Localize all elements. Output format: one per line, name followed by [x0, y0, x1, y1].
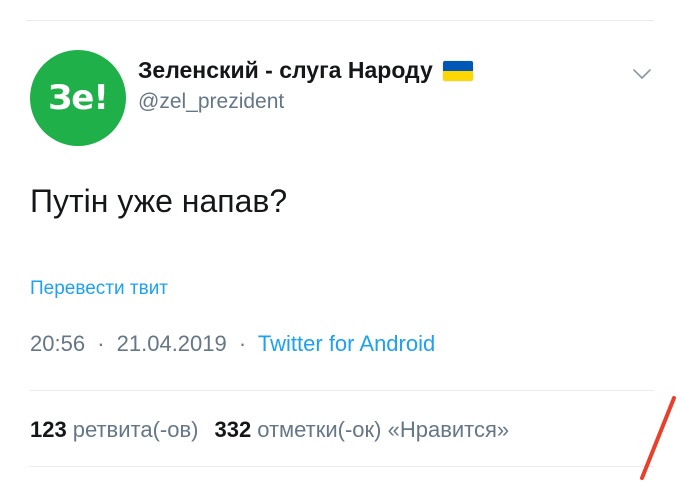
likes-label: отметки(-ок) «Нравится»: [257, 417, 510, 442]
likes-stat[interactable]: 332 отметки(-ок) «Нравится»: [214, 417, 509, 442]
stats-divider-bottom: [30, 466, 654, 467]
tweet-time: 20:56: [30, 331, 86, 356]
tweet-stats: 123 ретвита(-ов) 332 отметки(-ок) «Нравится…: [30, 417, 509, 443]
retweets-label: ретвита(-ов): [72, 417, 199, 442]
author-handle[interactable]: @zel_prezident: [138, 90, 284, 114]
top-divider: [26, 20, 654, 21]
avatar[interactable]: Зе!: [30, 50, 126, 146]
likes-count: 332: [214, 417, 252, 442]
retweets-count: 123: [30, 417, 67, 442]
avatar-logo-text: Зе!: [48, 78, 109, 118]
meta-separator: ·: [238, 331, 247, 356]
author-display-name[interactable]: Зеленский - слуга Народу: [138, 57, 473, 84]
meta-separator: ·: [97, 331, 105, 356]
tweet-text: Путін уже напав?: [30, 183, 288, 219]
author-name-text: Зеленский - слуга Народу: [138, 57, 433, 83]
translate-tweet-link[interactable]: Перевести твит: [30, 278, 168, 300]
ukraine-flag-icon: [442, 60, 473, 81]
tweet-date: 21.04.2019: [116, 331, 227, 356]
chevron-down-icon[interactable]: [632, 66, 652, 82]
stats-divider-top: [30, 390, 654, 391]
red-annotation-mark: [640, 396, 676, 480]
tweet-source-link[interactable]: Twitter for Android: [258, 331, 435, 356]
tweet-screen: Зе! Зеленский - слуга Народу @zel_prezid…: [0, 0, 680, 482]
retweets-stat[interactable]: 123 ретвита(-ов): [30, 417, 198, 442]
tweet-metadata: 20:56 · 21.04.2019 · Twitter for Android: [30, 331, 435, 357]
